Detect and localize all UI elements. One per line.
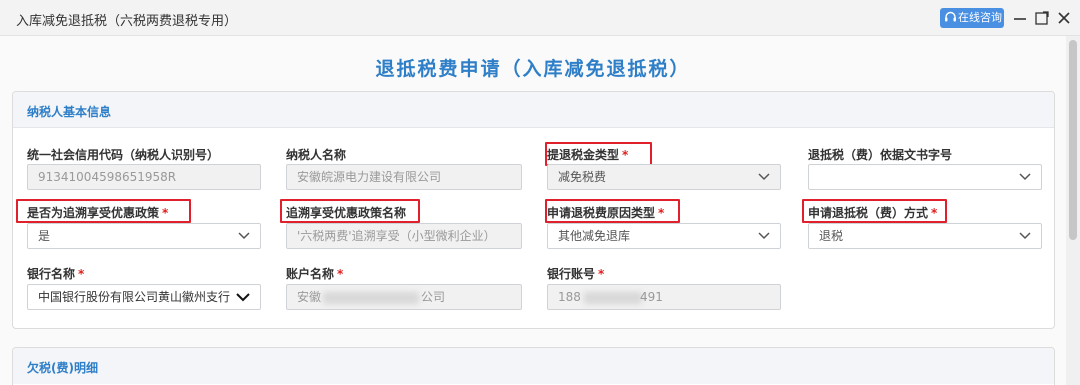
refund-type-value: 减免税费	[558, 170, 607, 184]
credit-code-label-text: 统一社会信用代码（纳税人识别号）	[27, 148, 220, 162]
chevron-down-icon	[238, 232, 250, 240]
chevron-down-icon	[236, 293, 250, 302]
doc-number-label-text: 退抵税（费）依据文书字号	[808, 148, 953, 162]
retro-policy-name-field: '六税两费'追溯享受（小型微利企业）	[286, 223, 522, 249]
redacted-mask	[584, 292, 642, 304]
window-titlebar: 入库减免退抵税（六税两费退税专用） 在线咨询	[0, 0, 1080, 36]
taxpayer-name-label: 纳税人名称	[286, 146, 346, 163]
account-name-label-text: 账户名称	[286, 267, 335, 281]
account-number-label-text: 银行账号	[547, 267, 596, 281]
chevron-down-icon	[1019, 232, 1031, 240]
retro-policy-label-text: 是否为追溯享受优惠政策	[27, 206, 160, 220]
page-title: 退抵税费申请（入库减免退抵税）	[375, 58, 691, 80]
bank-name-label: 银行名称 *	[27, 265, 84, 282]
refund-method-select[interactable]: 退税	[808, 223, 1042, 249]
account-number-prefix: 188	[558, 290, 581, 304]
refund-type-label-text: 提退税金类型	[547, 148, 620, 162]
bank-name-label-text: 银行名称	[27, 267, 76, 281]
arrears-detail-header: 欠税(费)明细	[13, 348, 1054, 384]
required-mark: *	[931, 206, 938, 220]
credit-code-value: 91341004598651958R	[38, 170, 177, 184]
refund-reason-select[interactable]: 其他减免退库	[547, 223, 781, 249]
account-number-label: 银行账号 *	[547, 265, 604, 282]
taxpayer-name-value: 安徽皖源电力建设有限公司	[297, 170, 442, 184]
chevron-down-icon	[758, 232, 770, 240]
doc-number-select[interactable]	[808, 164, 1042, 190]
retro-policy-name-value: '六税两费'追溯享受（小型微利企业）	[297, 229, 496, 243]
required-mark: *	[162, 206, 169, 220]
vertical-scrollbar[interactable]	[1066, 36, 1080, 385]
refund-method-label: 申请退抵税（费）方式 *	[808, 204, 937, 221]
minimize-icon[interactable]	[1012, 10, 1028, 26]
retro-policy-label: 是否为追溯享受优惠政策 *	[27, 204, 168, 221]
retro-policy-select[interactable]: 是	[27, 223, 261, 249]
account-name-prefix: 安徽	[297, 290, 322, 304]
retro-policy-name-label-text: 追溯享受优惠政策名称	[286, 206, 407, 220]
account-name-field: 安徽 公司	[286, 284, 522, 310]
refund-type-select[interactable]: 减免税费	[547, 164, 781, 190]
account-number-suffix: 491	[640, 290, 663, 304]
refund-reason-label: 申请退税费原因类型 *	[547, 204, 664, 221]
doc-number-label: 退抵税（费）依据文书字号	[808, 146, 952, 163]
credit-code-label: 统一社会信用代码（纳税人识别号）	[27, 146, 219, 163]
scrollbar-thumb[interactable]	[1069, 40, 1077, 240]
credit-code-field: 91341004598651958R	[27, 164, 261, 190]
refund-type-label: 提退税金类型 *	[547, 146, 628, 163]
required-mark: *	[622, 148, 629, 162]
bank-name-value: 中国银行股份有限公司黄山徽州支行	[38, 290, 231, 304]
window-title: 入库减免退抵税（六税两费退税专用）	[16, 14, 238, 29]
refund-reason-value: 其他减免退库	[558, 229, 631, 243]
arrears-detail-title: 欠税(费)明细	[27, 361, 98, 375]
chevron-down-icon	[758, 173, 770, 181]
main-content: 退抵税费申请（入库减免退抵税） 纳税人基本信息 统一社会信用代码（纳税人识别号）…	[0, 36, 1066, 385]
redacted-mask	[323, 292, 419, 304]
close-icon[interactable]	[1056, 10, 1072, 26]
taxpayer-name-field: 安徽皖源电力建设有限公司	[286, 164, 522, 190]
required-mark: *	[598, 267, 605, 281]
taxpayer-name-label-text: 纳税人名称	[286, 148, 347, 162]
taxpayer-info-panel: 纳税人基本信息 统一社会信用代码（纳税人识别号） 纳税人名称 提退税金类型 * 退…	[12, 91, 1055, 329]
account-name-suffix: 公司	[421, 290, 446, 304]
required-mark: *	[78, 267, 85, 281]
online-consult-label: 在线咨询	[958, 11, 1002, 24]
taxpayer-info-title: 纳税人基本信息	[27, 105, 112, 119]
chevron-down-icon	[1019, 173, 1031, 181]
maximize-icon[interactable]	[1034, 10, 1050, 26]
refund-method-label-text: 申请退抵税（费）方式	[808, 206, 929, 220]
refund-reason-label-text: 申请退税费原因类型	[547, 206, 656, 220]
required-mark: *	[658, 206, 665, 220]
account-number-field: 188 491	[547, 284, 781, 310]
online-consult-button[interactable]: 在线咨询	[940, 8, 1004, 28]
retro-policy-value: 是	[38, 229, 51, 243]
bank-name-select[interactable]: 中国银行股份有限公司黄山徽州支行	[27, 284, 261, 310]
refund-method-value: 退税	[819, 229, 844, 243]
taxpayer-info-header: 纳税人基本信息	[13, 92, 1054, 128]
retro-policy-name-label: 追溯享受优惠政策名称	[286, 204, 406, 221]
required-mark: *	[337, 267, 344, 281]
arrears-detail-panel: 欠税(费)明细	[12, 347, 1055, 385]
account-name-label: 账户名称 *	[286, 265, 343, 282]
headset-icon	[945, 11, 956, 22]
